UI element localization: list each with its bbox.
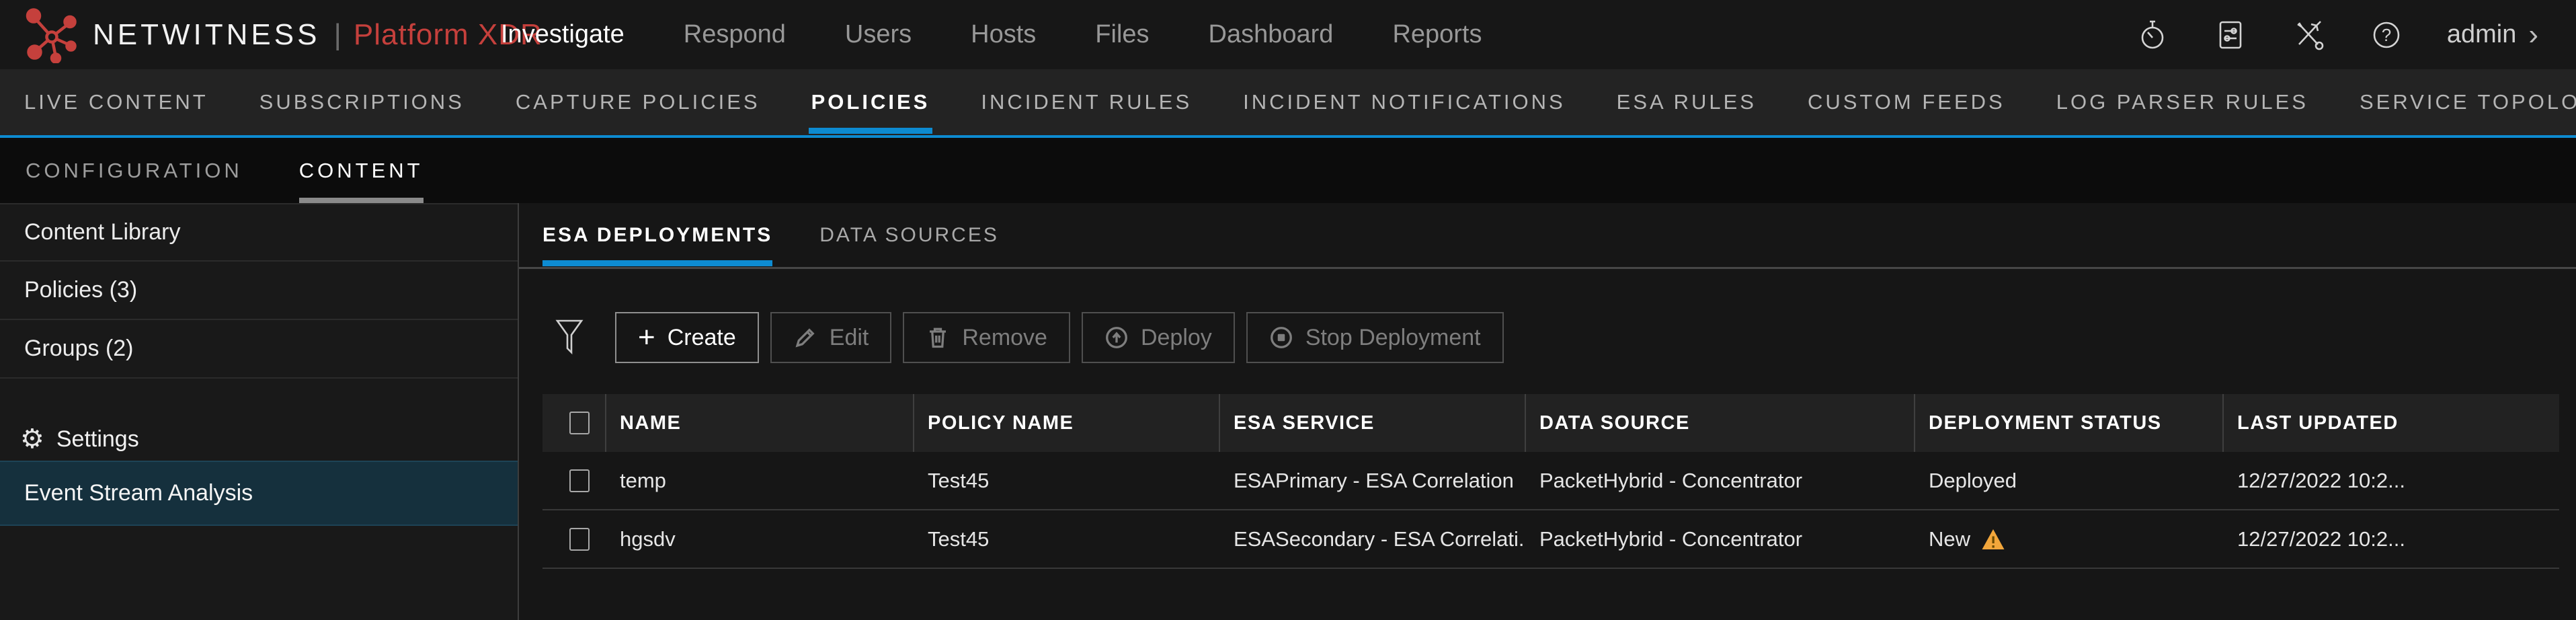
tab-esa-deployments[interactable]: ESA DEPLOYMENTS	[542, 203, 772, 267]
warning-icon	[1981, 528, 2005, 551]
app-root: NETWITNESS | Platform XDR Investigate Re…	[0, 0, 2576, 620]
stop-icon	[1269, 325, 1293, 350]
tertiary-nav: CONFIGURATION CONTENT	[0, 138, 2576, 203]
cell-deployment-status: Deployed	[1915, 452, 2224, 509]
netwitness-logo-icon	[26, 7, 78, 63]
content-area: Content Library Policies (3) Groups (2) …	[0, 203, 2576, 620]
col-header-esa-service[interactable]: ESA SERVICE	[1220, 394, 1526, 452]
row-checkbox[interactable]	[569, 469, 590, 492]
col-header-deployment-status[interactable]: DEPLOYMENT STATUS	[1915, 394, 2224, 452]
cell-last-updated: 12/27/2022 10:2...	[2224, 510, 2559, 568]
cell-esa-service: ESASecondary - ESA Correlati...	[1220, 510, 1526, 568]
topnav-investigate[interactable]: Investigate	[501, 20, 625, 49]
trash-icon	[926, 325, 950, 350]
user-name: admin	[2447, 20, 2517, 49]
tools-icon[interactable]	[2291, 17, 2326, 52]
toolbar: + Create Edit Remove Deploy Stop D	[555, 312, 2576, 363]
top-bar: NETWITNESS | Platform XDR Investigate Re…	[0, 0, 2576, 69]
chevron-right-icon: ›	[2528, 20, 2538, 50]
select-all-checkbox[interactable]	[569, 412, 590, 434]
create-button[interactable]: + Create	[615, 312, 759, 363]
cell-name: hgsdv	[606, 510, 914, 568]
cell-data-source: PacketHybrid - Concentrator	[1526, 510, 1915, 568]
row-checkbox[interactable]	[569, 528, 590, 551]
edit-button[interactable]: Edit	[770, 312, 892, 363]
cell-deployment-status: New	[1915, 510, 2224, 568]
deploy-button[interactable]: Deploy	[1082, 312, 1235, 363]
table-row[interactable]: hgsdv Test45 ESASecondary - ESA Correlat…	[542, 510, 2559, 569]
nav2-service-topology[interactable]: SERVICE TOPOLOGY	[2360, 69, 2576, 135]
nav2-log-parser-rules[interactable]: LOG PARSER RULES	[2056, 69, 2308, 135]
deploy-up-icon	[1104, 325, 1129, 350]
nav2-custom-feeds[interactable]: CUSTOM FEEDS	[1808, 69, 2005, 135]
deployments-table: NAME POLICY NAME ESA SERVICE DATA SOURCE…	[542, 394, 2559, 569]
topnav-files[interactable]: Files	[1095, 20, 1149, 49]
cell-data-source: PacketHybrid - Concentrator	[1526, 452, 1915, 509]
col-header-name[interactable]: NAME	[606, 394, 914, 452]
col-header-last-updated[interactable]: LAST UPDATED	[2224, 394, 2559, 452]
topnav-reports[interactable]: Reports	[1392, 20, 1482, 49]
topnav-users[interactable]: Users	[845, 20, 912, 49]
sidebar-settings-label: Settings	[56, 426, 139, 453]
plus-icon: +	[638, 323, 655, 352]
tab-data-sources[interactable]: DATA SOURCES	[819, 203, 999, 267]
table-header-row: NAME POLICY NAME ESA SERVICE DATA SOURCE…	[542, 394, 2559, 452]
nav3-content[interactable]: CONTENT	[299, 138, 424, 203]
secondary-nav: LIVE CONTENT SUBSCRIPTIONS CAPTURE POLIC…	[0, 69, 2576, 138]
nav2-live-content[interactable]: LIVE CONTENT	[24, 69, 208, 135]
nav2-subscriptions[interactable]: SUBSCRIPTIONS	[259, 69, 465, 135]
gear-icon: ⚙	[20, 426, 44, 453]
sidebar-item-policies[interactable]: Policies (3)	[0, 262, 518, 320]
nav2-esa-rules[interactable]: ESA RULES	[1617, 69, 1757, 135]
brand-name: NETWITNESS	[93, 18, 320, 52]
cell-esa-service: ESAPrimary - ESA Correlation	[1220, 452, 1526, 509]
topnav-respond[interactable]: Respond	[684, 20, 786, 49]
col-header-policy-name[interactable]: POLICY NAME	[914, 394, 1220, 452]
main-tabs: ESA DEPLOYMENTS DATA SOURCES	[519, 203, 2576, 269]
nav2-capture-policies[interactable]: CAPTURE POLICIES	[516, 69, 760, 135]
sidebar-item-event-stream-analysis[interactable]: Event Stream Analysis	[0, 461, 518, 526]
stopwatch-icon[interactable]	[2135, 17, 2170, 52]
pencil-icon	[793, 325, 817, 350]
nav3-configuration[interactable]: CONFIGURATION	[26, 138, 243, 203]
nav2-policies[interactable]: POLICIES	[811, 69, 930, 135]
main-panel: ESA DEPLOYMENTS DATA SOURCES + Create Ed…	[519, 203, 2576, 620]
remove-button[interactable]: Remove	[903, 312, 1070, 363]
brand[interactable]: NETWITNESS | Platform XDR	[26, 7, 542, 63]
sidebar-item-groups[interactable]: Groups (2)	[0, 320, 518, 379]
nav2-incident-notifications[interactable]: INCIDENT NOTIFICATIONS	[1243, 69, 1566, 135]
cell-name: temp	[606, 452, 914, 509]
user-menu[interactable]: admin ›	[2447, 20, 2538, 50]
col-header-data-source[interactable]: DATA SOURCE	[1526, 394, 1915, 452]
cell-policy-name: Test45	[914, 510, 1220, 568]
topbar-right: ? admin ›	[2135, 17, 2538, 52]
svg-text:?: ?	[2382, 25, 2391, 45]
sidebar-item-content-library[interactable]: Content Library	[0, 203, 518, 262]
filter-icon[interactable]	[555, 317, 586, 358]
sidebar: Content Library Policies (3) Groups (2) …	[0, 203, 519, 620]
brand-separator: |	[333, 18, 341, 52]
cell-policy-name: Test45	[914, 452, 1220, 509]
stop-deployment-button[interactable]: Stop Deployment	[1246, 312, 1504, 363]
cell-last-updated: 12/27/2022 10:2...	[2224, 452, 2559, 509]
table-row[interactable]: temp Test45 ESAPrimary - ESA Correlation…	[542, 452, 2559, 510]
nav2-incident-rules[interactable]: INCIDENT RULES	[981, 69, 1192, 135]
topnav-dashboard[interactable]: Dashboard	[1209, 20, 1334, 49]
help-icon[interactable]: ?	[2369, 17, 2404, 52]
top-nav: Investigate Respond Users Hosts Files Da…	[501, 0, 1482, 69]
jobs-icon[interactable]	[2213, 17, 2248, 52]
topnav-hosts[interactable]: Hosts	[971, 20, 1036, 49]
sidebar-settings-header: ⚙ Settings	[0, 418, 518, 461]
